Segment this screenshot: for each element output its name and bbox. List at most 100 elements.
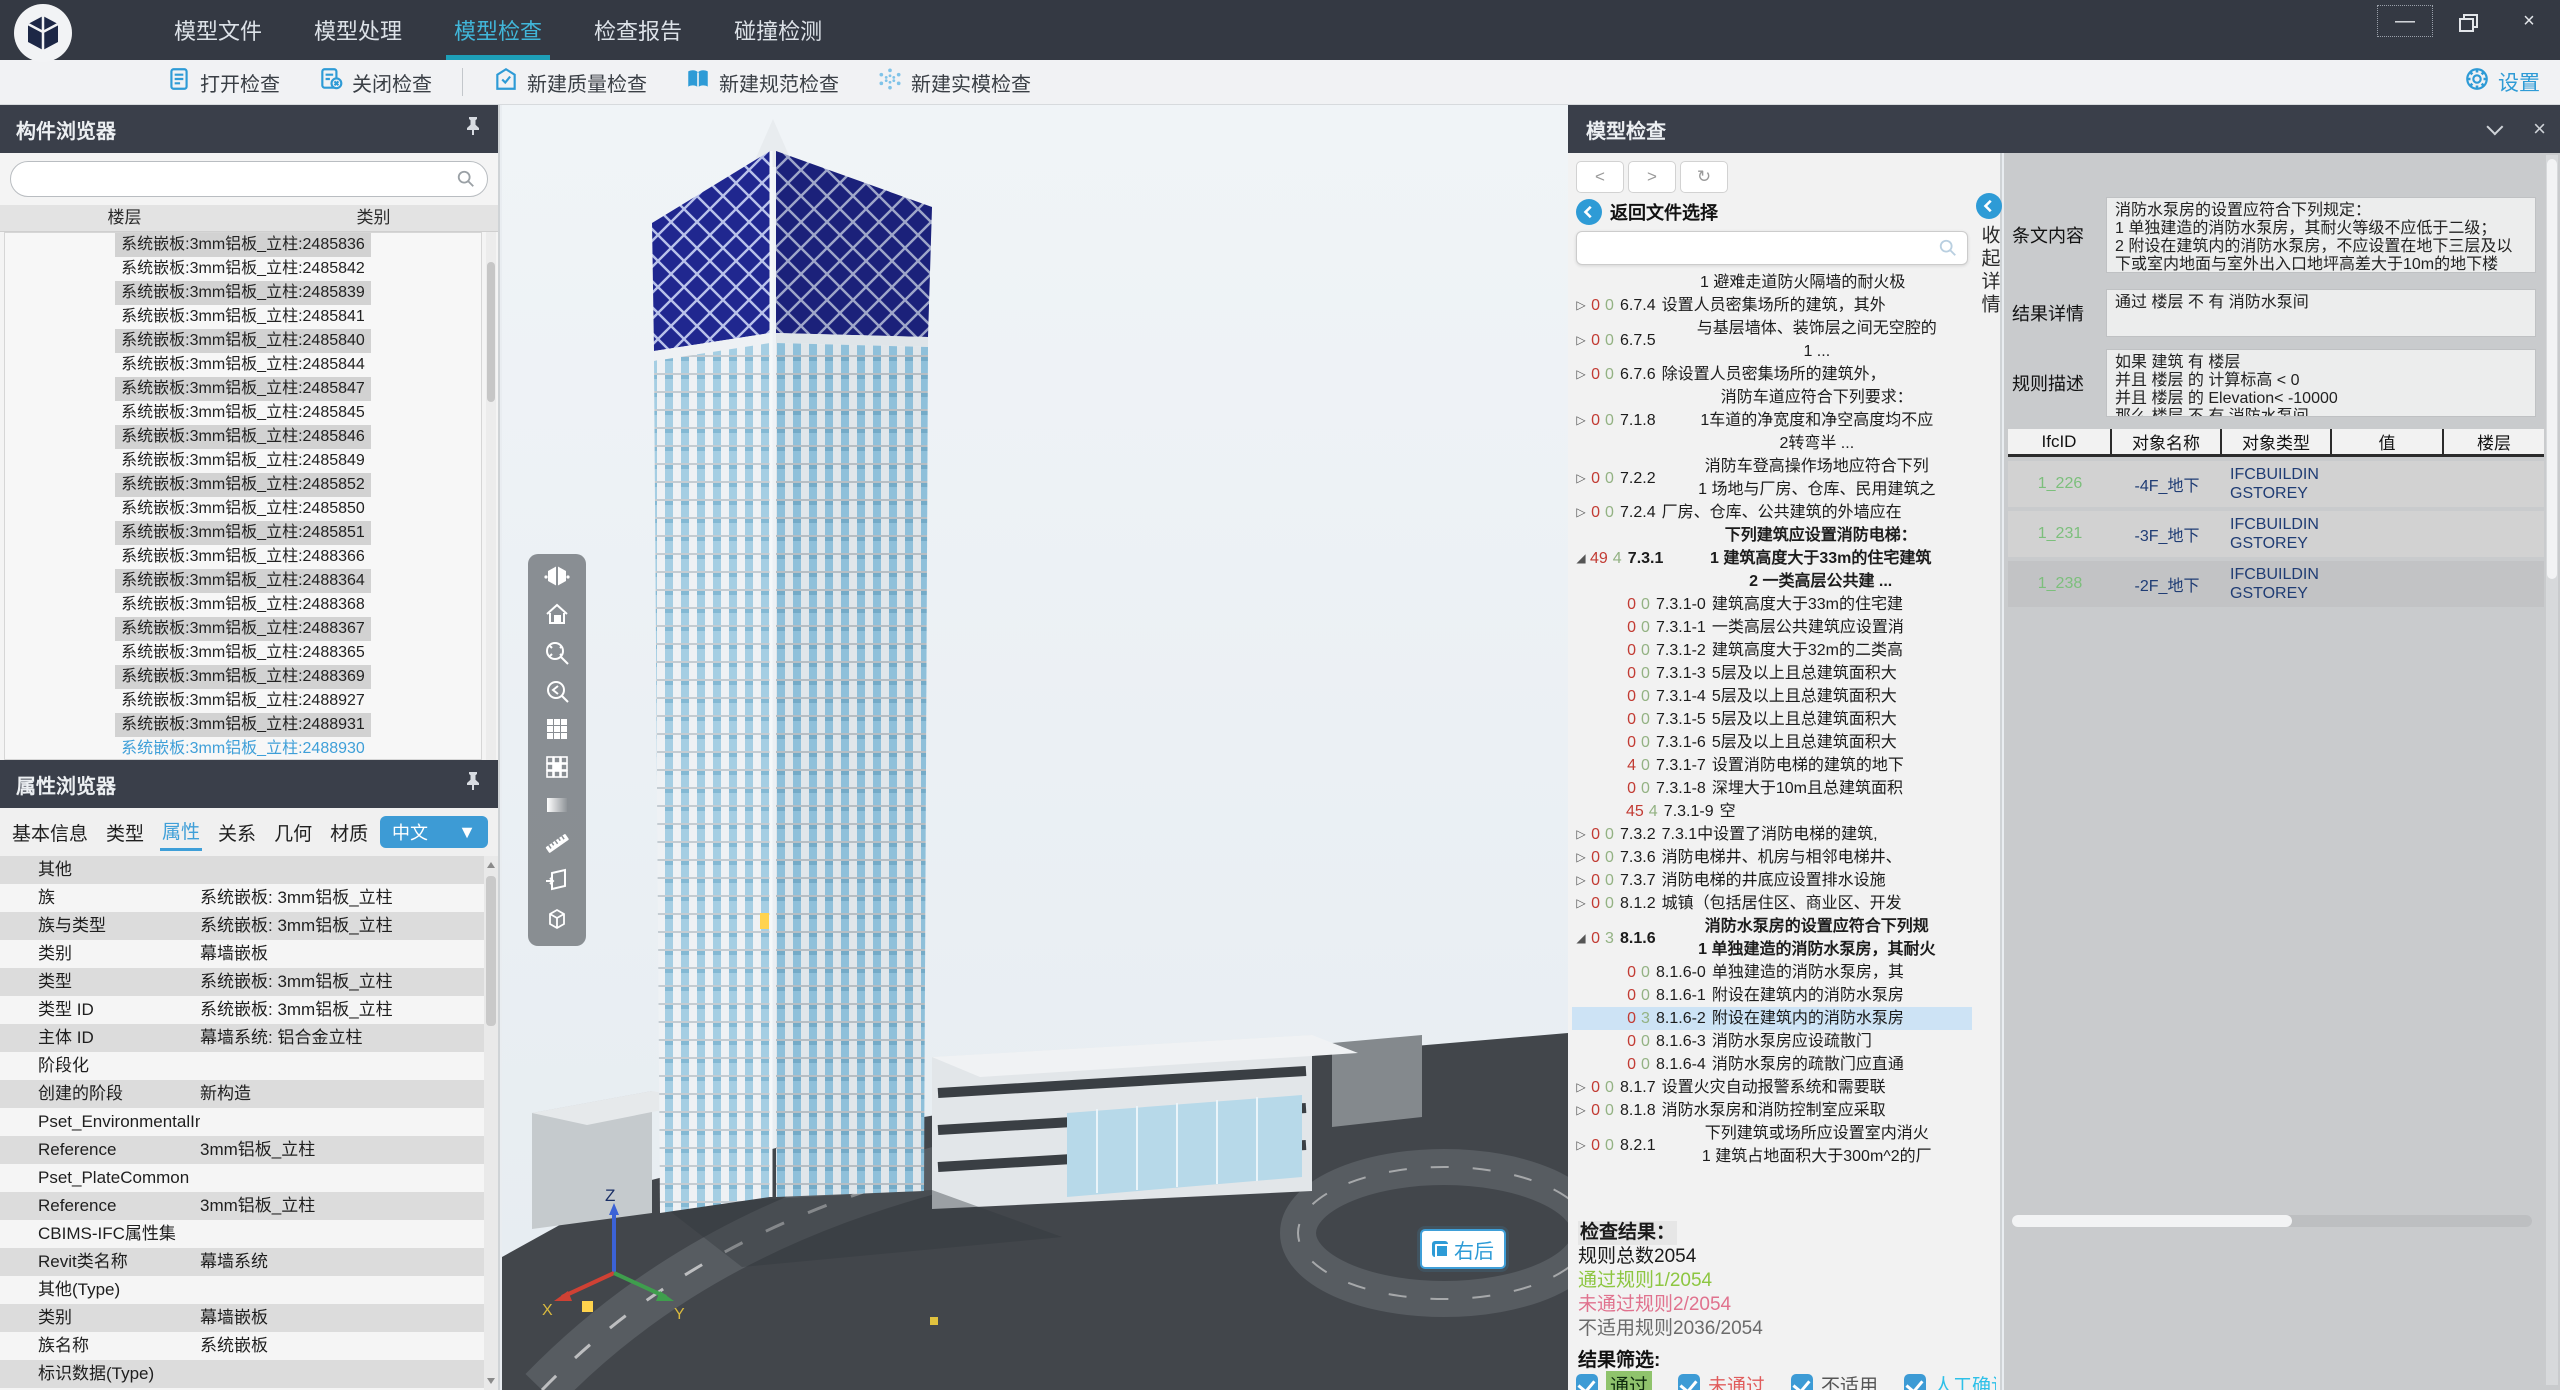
view-cube-tool[interactable] (537, 562, 577, 596)
property-section-row[interactable]: Pset_PlateCommon (0, 1164, 486, 1192)
rule-tree-item[interactable]: ▷007.3.7消防电梯的井底应设置排水设施 (1572, 869, 1972, 892)
checkbox-checked-icon[interactable] (1904, 1374, 1926, 1390)
language-dropdown[interactable]: 中文 ▼ (380, 816, 488, 848)
checkbox-checked-icon[interactable] (1791, 1374, 1813, 1390)
expand-arrow-icon[interactable]: ▷ (1572, 467, 1590, 490)
list-item[interactable]: 系统嵌板:3mm铝板_立柱:2485851 (5, 521, 481, 545)
expand-arrow-icon[interactable]: ▷ (1572, 869, 1590, 892)
rule-tree-item[interactable]: ▷007.2.4厂房、仓库、公共建筑的外墙应在 (1572, 501, 1972, 524)
component-list-scrollbar[interactable] (486, 232, 496, 760)
rule-tree-item[interactable]: 008.1.6-3消防水泵房应设疏散门 (1572, 1030, 1972, 1053)
rule-tree-item[interactable]: 007.3.1-65层及以上且总建筑面积大 (1572, 731, 1972, 754)
titlebar-tab[interactable]: 模型处理 (288, 0, 428, 60)
titlebar-tab[interactable]: 碰撞检测 (708, 0, 848, 60)
list-item[interactable]: 系统嵌板:3mm铝板_立柱:2485839 (5, 281, 481, 305)
rule-tree-item[interactable]: 007.3.1-55层及以上且总建筑面积大 (1572, 708, 1972, 731)
rule-tree-item[interactable]: ▷008.1.2城镇（包括居住区、商业区、开发 (1572, 892, 1972, 915)
table-row[interactable]: 1_231-3F_地下IFCBUILDINGSTOREY (2008, 511, 2544, 557)
expand-arrow-icon[interactable]: ▷ (1572, 409, 1590, 432)
close-panel-icon[interactable]: × (2533, 119, 2546, 139)
viewport-3d[interactable]: Z X Y 右后 (502, 105, 1568, 1390)
list-item[interactable]: 系统嵌板:3mm铝板_立柱:2488931 (5, 713, 481, 737)
property-row[interactable]: Reference3mm铝板_立柱 (0, 1136, 486, 1164)
list-item[interactable]: 系统嵌板:3mm铝板_立柱:2485840 (5, 329, 481, 353)
tab-材质[interactable]: 材质 (328, 815, 370, 850)
rule-tree-item[interactable]: ▷007.3.6消防电梯井、机房与相邻电梯井、 (1572, 846, 1972, 869)
expand-arrow-icon[interactable]: ▷ (1572, 501, 1590, 524)
table-row[interactable]: 1_238-2F_地下IFCBUILDINGSTOREY (2008, 561, 2544, 607)
property-section-row[interactable]: 其他(Type) (0, 1276, 486, 1304)
table-header-cell[interactable]: 楼层 (2444, 429, 2544, 454)
component-search-input[interactable] (10, 161, 488, 197)
checkbox-checked-icon[interactable] (1678, 1374, 1700, 1390)
list-item[interactable]: 系统嵌板:3mm铝板_立柱:2488368 (5, 593, 481, 617)
rule-tree-item[interactable]: 007.3.1-45层及以上且总建筑面积大 (1572, 685, 1972, 708)
expand-arrow-icon[interactable]: ▷ (1572, 823, 1590, 846)
rule-tree-item[interactable]: 4547.3.1-9空 (1572, 800, 1972, 823)
property-row[interactable]: 类型 ID系统嵌板: 3mm铝板_立柱 (0, 996, 486, 1024)
collapse-details-control[interactable]: 收起详情 (1976, 193, 2002, 317)
list-item[interactable]: 系统嵌板:3mm铝板_立柱:2488927 (5, 689, 481, 713)
minimize-button[interactable]: — (2374, 2, 2436, 40)
rule-tree-item[interactable]: 407.3.1-7设置消防电梯的建筑的地下 (1572, 754, 1972, 777)
rule-tree-item[interactable]: 038.1.6-2附设在建筑内的消防水泵房 (1572, 1007, 1972, 1030)
list-item[interactable]: 系统嵌板:3mm铝板_立柱:2485842 (5, 257, 481, 281)
rule-tree-item[interactable]: ▷008.2.1下列建筑或场所应设置室内消火1 建筑占地面积大于300m^2的厂 (1572, 1122, 1972, 1168)
rule-tree-item[interactable]: 1 避难走道防火隔墙的耐火极 (1572, 271, 1972, 294)
expand-arrow-icon[interactable]: ▷ (1572, 1134, 1590, 1157)
zoom-extents-tool[interactable] (537, 638, 577, 672)
expand-arrow-icon[interactable]: ▷ (1572, 892, 1590, 915)
list-item[interactable]: 系统嵌板:3mm铝板_立柱:2485849 (5, 449, 481, 473)
property-grid-scrollbar[interactable] (484, 856, 498, 1390)
expand-arrow-icon[interactable]: ▷ (1572, 363, 1590, 386)
pin-icon[interactable] (464, 116, 482, 142)
titlebar-tab[interactable]: 模型检查 (428, 0, 568, 60)
rule-tree-item[interactable]: 007.3.1-2建筑高度大于32m的二类高 (1572, 639, 1972, 662)
rule-search-input[interactable] (1576, 231, 1968, 265)
expand-arrow-icon[interactable]: ▷ (1572, 294, 1590, 317)
property-section-row[interactable]: 其他 (0, 856, 486, 884)
horizontal-scrollbar[interactable] (2012, 1215, 2532, 1227)
toolbar-button[interactable]: 新建实模检查 (863, 66, 1045, 98)
property-row[interactable]: Reference3mm铝板_立柱 (0, 1192, 486, 1220)
property-row[interactable]: 类别幕墙嵌板 (0, 1304, 486, 1332)
rule-tree-item[interactable]: ▷007.1.8消防车道应符合下列要求：1车道的净宽度和净空高度均不应2转弯半 … (1572, 386, 1972, 455)
toolbar-button[interactable]: 新建规范检查 (671, 66, 853, 98)
rule-tree-item[interactable]: 007.3.1-0建筑高度大于33m的住宅建 (1572, 593, 1972, 616)
rule-tree-item[interactable]: 007.3.1-8深埋大于10m且总建筑面积 (1572, 777, 1972, 800)
list-item[interactable]: 系统嵌板:3mm铝板_立柱:2485852 (5, 473, 481, 497)
property-section-row[interactable]: Pset_EnvironmentalImpac (0, 1108, 486, 1136)
collapse-panel-icon[interactable] (2487, 118, 2504, 135)
rule-tree-item[interactable]: 007.3.1-1一类高层公共建筑应设置消 (1572, 616, 1972, 639)
measure-tool[interactable] (537, 828, 577, 862)
tab-类型[interactable]: 类型 (104, 815, 146, 850)
property-section-row[interactable]: CBIMS-IFC属性集 (0, 1220, 486, 1248)
list-item[interactable]: 系统嵌板:3mm铝板_立柱:2485844 (5, 353, 481, 377)
toolbar-button[interactable]: 关闭检查 (304, 66, 446, 98)
property-row[interactable]: 类别幕墙嵌板 (0, 940, 486, 968)
gradient-tool[interactable] (537, 790, 577, 824)
list-item[interactable]: 系统嵌板:3mm铝板_立柱:2488369 (5, 665, 481, 689)
rule-tree-item[interactable]: ▷006.7.6除设置人员密集场所的建筑外， (1572, 363, 1972, 386)
property-section-row[interactable]: 标识数据(Type) (0, 1360, 486, 1388)
layout-grid-tool[interactable] (537, 752, 577, 786)
rule-tree-item[interactable]: ▷006.7.5与基层墙体、装饰层之间无空腔的1 ... (1572, 317, 1972, 363)
nav-forward-button[interactable]: > (1628, 161, 1676, 193)
list-item[interactable]: 系统嵌板:3mm铝板_立柱:2485847 (5, 377, 481, 401)
list-item[interactable]: 系统嵌板:3mm铝板_立柱:2488367 (5, 617, 481, 641)
expand-arrow-icon[interactable]: ▷ (1572, 1076, 1590, 1099)
table-header-cell[interactable]: 对象名称 (2112, 429, 2222, 454)
nav-refresh-button[interactable]: ↻ (1680, 161, 1728, 193)
toolbar-button[interactable]: 新建质量检查 (479, 66, 661, 98)
rule-tree-item[interactable]: ▷007.2.2消防车登高操作场地应符合下列1 场地与厂房、仓库、民用建筑之 (1572, 455, 1972, 501)
property-section-row[interactable]: 阶段化 (0, 1052, 486, 1080)
property-row[interactable]: Revit类名称幕墙系统 (0, 1248, 486, 1276)
home-tool[interactable] (537, 600, 577, 634)
tab-几何[interactable]: 几何 (272, 815, 314, 850)
rule-tree-item[interactable]: ▷006.7.4设置人员密集场所的建筑，其外 (1572, 294, 1972, 317)
tab-属性[interactable]: 属性 (160, 813, 202, 851)
list-item[interactable]: 系统嵌板:3mm铝板_立柱:2488930 (5, 737, 481, 760)
table-header-cell[interactable]: IfcID (2008, 429, 2112, 454)
titlebar-tab[interactable]: 检查报告 (568, 0, 708, 60)
expand-arrow-icon[interactable]: ▷ (1572, 329, 1590, 352)
